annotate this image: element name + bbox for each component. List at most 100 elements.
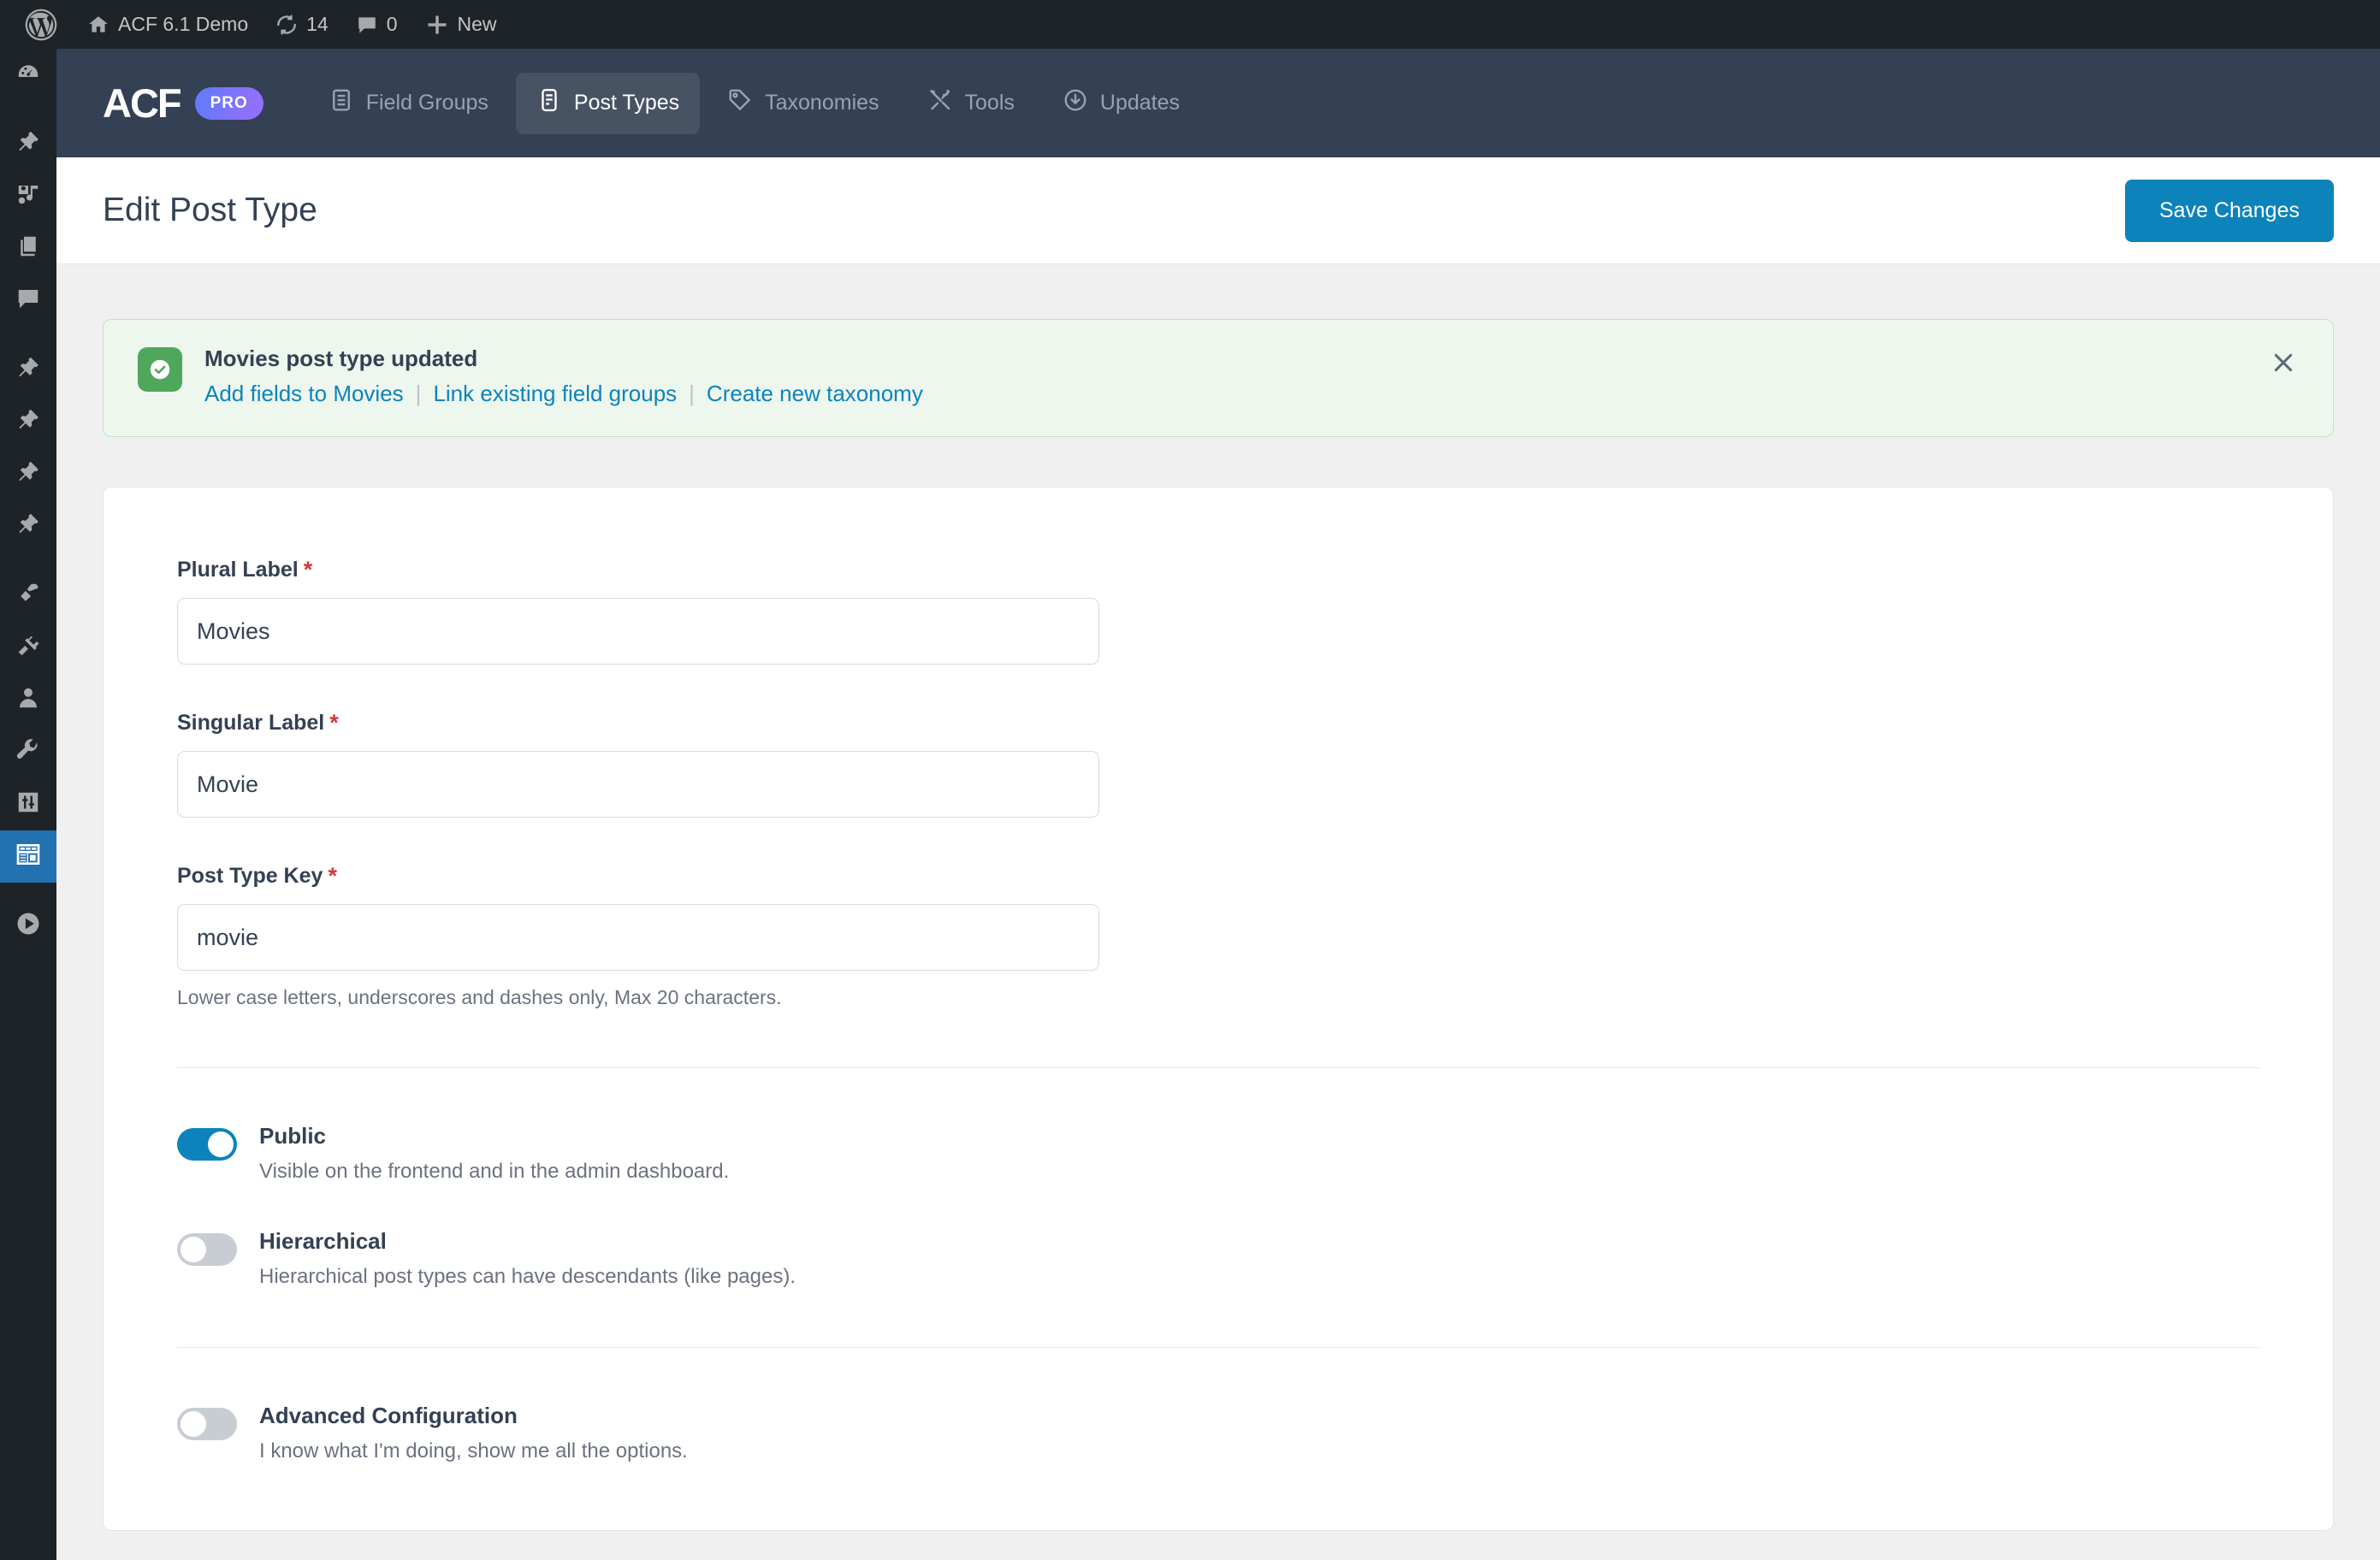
- close-notice-button[interactable]: [2265, 346, 2302, 383]
- new-content-menu[interactable]: New: [411, 0, 511, 49]
- check-circle-icon: [138, 347, 182, 392]
- updates-menu[interactable]: 14: [262, 0, 342, 49]
- tag-icon: [727, 87, 753, 119]
- hierarchical-toggle-description: Hierarchical post types can have descend…: [259, 1265, 796, 1288]
- wp-logo-menu[interactable]: [9, 0, 74, 49]
- brush-icon: [15, 581, 41, 611]
- comment-bubble-icon: [356, 14, 378, 36]
- sidebar-item-pages[interactable]: [0, 222, 56, 275]
- sidebar-item-appearance[interactable]: [0, 570, 56, 622]
- sidebar-item-custom-4[interactable]: [0, 500, 56, 552]
- field-label-text: Plural Label: [177, 558, 299, 582]
- section-divider-2: [177, 1347, 2259, 1348]
- sidebar-item-custom-3[interactable]: [0, 448, 56, 500]
- page-content: Movies post type updated Add fields to M…: [56, 264, 2380, 1560]
- section-divider-1: [177, 1067, 2259, 1068]
- wrench-icon: [15, 737, 41, 767]
- download-circle-icon: [1063, 87, 1088, 119]
- sidebar-item-settings[interactable]: [0, 778, 56, 830]
- media-icon: [15, 181, 41, 211]
- post-type-key-caption: Post Type Key *: [177, 864, 2259, 889]
- sidebar-item-custom-2[interactable]: [0, 396, 56, 448]
- play-icon: [15, 911, 41, 941]
- site-name-label: ACF 6.1 Demo: [118, 13, 249, 35]
- toggle-knob: [208, 1132, 234, 1157]
- layout-icon: [15, 841, 42, 872]
- notice-links: Add fields to Movies | Link existing fie…: [204, 381, 923, 407]
- sidebar-item-comments[interactable]: [0, 275, 56, 327]
- public-toggle-label: Public: [259, 1123, 327, 1149]
- sidebar-item-tools[interactable]: [0, 726, 56, 778]
- sidebar-item-plugins[interactable]: [0, 622, 56, 674]
- tab-label: Updates: [1099, 91, 1181, 115]
- sidebar-item-posts[interactable]: [0, 118, 56, 170]
- tab-field-groups[interactable]: Field Groups: [308, 73, 509, 134]
- public-toggle-row: Public Visible on the frontend and in th…: [177, 1123, 2259, 1184]
- tab-taxonomies[interactable]: Taxonomies: [707, 73, 899, 134]
- public-toggle-description: Visible on the frontend and in the admin…: [259, 1160, 730, 1183]
- tab-updates[interactable]: Updates: [1042, 73, 1200, 134]
- notice-title: Movies post type updated: [204, 346, 478, 371]
- hierarchical-toggle-label: Hierarchical: [259, 1228, 387, 1254]
- toggle-knob: [181, 1237, 206, 1262]
- wp-admin-sidebar: [0, 49, 56, 1560]
- plug-icon: [15, 633, 41, 663]
- tools-icon: [927, 87, 953, 119]
- wp-admin-bar: ACF 6.1 Demo 14 0 New: [0, 0, 2380, 49]
- hierarchical-toggle[interactable]: [177, 1233, 237, 1266]
- acf-pro-badge: PRO: [194, 86, 263, 120]
- plural-label-input[interactable]: [177, 598, 1099, 665]
- updates-count: 14: [306, 13, 329, 35]
- tab-label: Post Types: [573, 91, 680, 115]
- sidebar-item-users[interactable]: [0, 674, 56, 726]
- field-label-text: Singular Label: [177, 711, 325, 735]
- required-asterisk: *: [303, 557, 313, 582]
- new-label: New: [457, 13, 497, 35]
- pin-icon: [15, 355, 41, 385]
- save-changes-button[interactable]: Save Changes: [2124, 179, 2334, 242]
- tab-post-types[interactable]: Post Types: [515, 72, 701, 134]
- comment-icon: [15, 286, 41, 316]
- sidebar-item-media[interactable]: [0, 170, 56, 222]
- post-type-key-input[interactable]: [177, 904, 1099, 971]
- site-name-menu[interactable]: ACF 6.1 Demo: [74, 0, 262, 49]
- sidebar-item-custom-1[interactable]: [0, 344, 56, 396]
- plural-label-caption: Plural Label *: [177, 558, 2259, 582]
- comments-menu[interactable]: 0: [342, 0, 411, 49]
- page-header: Edit Post Type Save Changes: [56, 157, 2380, 264]
- singular-label-caption: Singular Label *: [177, 711, 2259, 736]
- pages-icon: [15, 233, 41, 263]
- tab-tools[interactable]: Tools: [907, 73, 1035, 134]
- wordpress-logo-icon: [22, 6, 60, 44]
- add-fields-link[interactable]: Add fields to Movies: [204, 381, 404, 407]
- plural-label-field: Plural Label *: [177, 558, 2259, 665]
- advanced-config-label: Advanced Configuration: [259, 1403, 518, 1428]
- link-separator: |: [415, 381, 422, 406]
- pin-icon: [15, 129, 41, 159]
- advanced-config-description: I know what I'm doing, show me all the o…: [259, 1439, 688, 1462]
- update-refresh-icon: [275, 14, 298, 36]
- singular-label-input[interactable]: [177, 751, 1099, 818]
- singular-label-field: Singular Label *: [177, 711, 2259, 818]
- sliders-icon: [15, 789, 41, 819]
- sidebar-item-collapse-menu[interactable]: [0, 900, 56, 952]
- sidebar-item-dashboard[interactable]: [0, 49, 56, 101]
- advanced-configuration-toggle[interactable]: [177, 1408, 237, 1440]
- post-type-form-card: Plural Label * Singular Label * Post Typ…: [103, 487, 2334, 1531]
- acf-logo[interactable]: ACF PRO: [103, 80, 263, 127]
- comments-count: 0: [386, 13, 398, 35]
- public-toggle[interactable]: [177, 1128, 237, 1161]
- create-taxonomy-link[interactable]: Create new taxonomy: [707, 381, 923, 407]
- pin-icon: [15, 511, 41, 541]
- link-field-groups-link[interactable]: Link existing field groups: [433, 381, 677, 407]
- gauge-icon: [15, 60, 41, 90]
- pin-icon: [15, 459, 41, 489]
- sidebar-item-acf[interactable]: [0, 830, 56, 883]
- acf-navbar: ACF PRO Field Groups Post Types Taxonomi…: [56, 49, 2380, 157]
- success-notice: Movies post type updated Add fields to M…: [103, 319, 2334, 437]
- post-type-key-field: Post Type Key * Lower case letters, unde…: [177, 864, 2259, 1009]
- hierarchical-toggle-row: Hierarchical Hierarchical post types can…: [177, 1228, 2259, 1289]
- required-asterisk: *: [328, 863, 337, 889]
- plus-icon: [425, 13, 449, 37]
- tab-label: Tools: [964, 91, 1015, 115]
